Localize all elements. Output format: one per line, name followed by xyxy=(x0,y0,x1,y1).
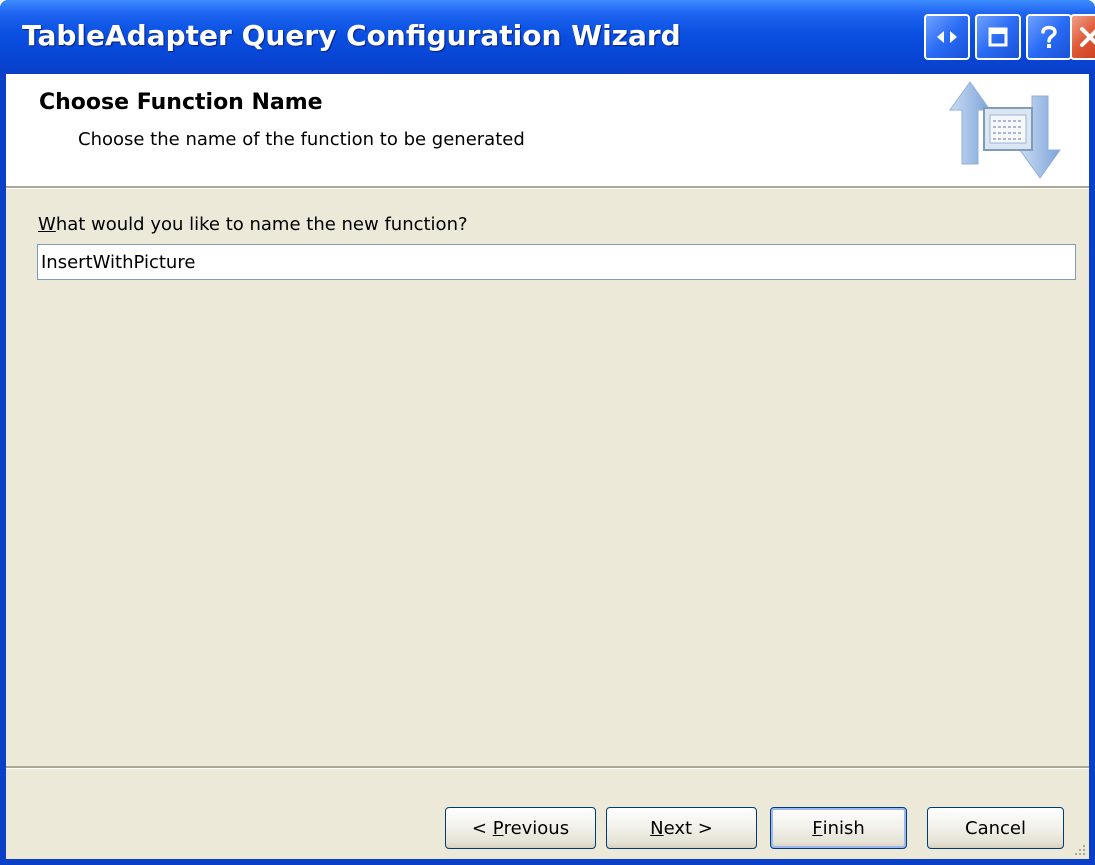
wizard-client-area: Choose Function Name Choose the name of … xyxy=(6,74,1089,859)
restore-button[interactable] xyxy=(975,14,1021,60)
finish-button[interactable]: Finish xyxy=(770,807,907,849)
header-divider xyxy=(6,186,1089,189)
wizard-window: TableAdapter Query Configuration Wizard xyxy=(0,0,1095,865)
next-button[interactable]: Next > xyxy=(606,807,757,849)
previous-button[interactable]: < Previous xyxy=(445,807,596,849)
page-subtitle: Choose the name of the function to be ge… xyxy=(78,129,525,150)
close-button[interactable] xyxy=(1070,14,1095,60)
window-title: TableAdapter Query Configuration Wizard xyxy=(22,19,681,52)
resize-grip-icon[interactable] xyxy=(1073,843,1087,857)
restore-icon xyxy=(988,27,1008,47)
title-bar[interactable]: TableAdapter Query Configuration Wizard xyxy=(0,0,1095,74)
help-icon xyxy=(1041,25,1057,48)
function-name-label: What would you like to name the new func… xyxy=(38,214,468,235)
cancel-button[interactable]: Cancel xyxy=(927,807,1064,849)
page-title: Choose Function Name xyxy=(39,90,323,115)
function-name-input[interactable] xyxy=(37,244,1076,280)
resize-icon xyxy=(937,31,957,43)
close-icon xyxy=(1080,27,1095,47)
wizard-header: Choose Function Name Choose the name of … xyxy=(6,74,1089,186)
help-button[interactable] xyxy=(1026,14,1072,60)
data-transfer-arrows-icon xyxy=(949,81,1061,179)
footer-divider xyxy=(6,766,1089,769)
resize-button[interactable] xyxy=(924,14,970,60)
